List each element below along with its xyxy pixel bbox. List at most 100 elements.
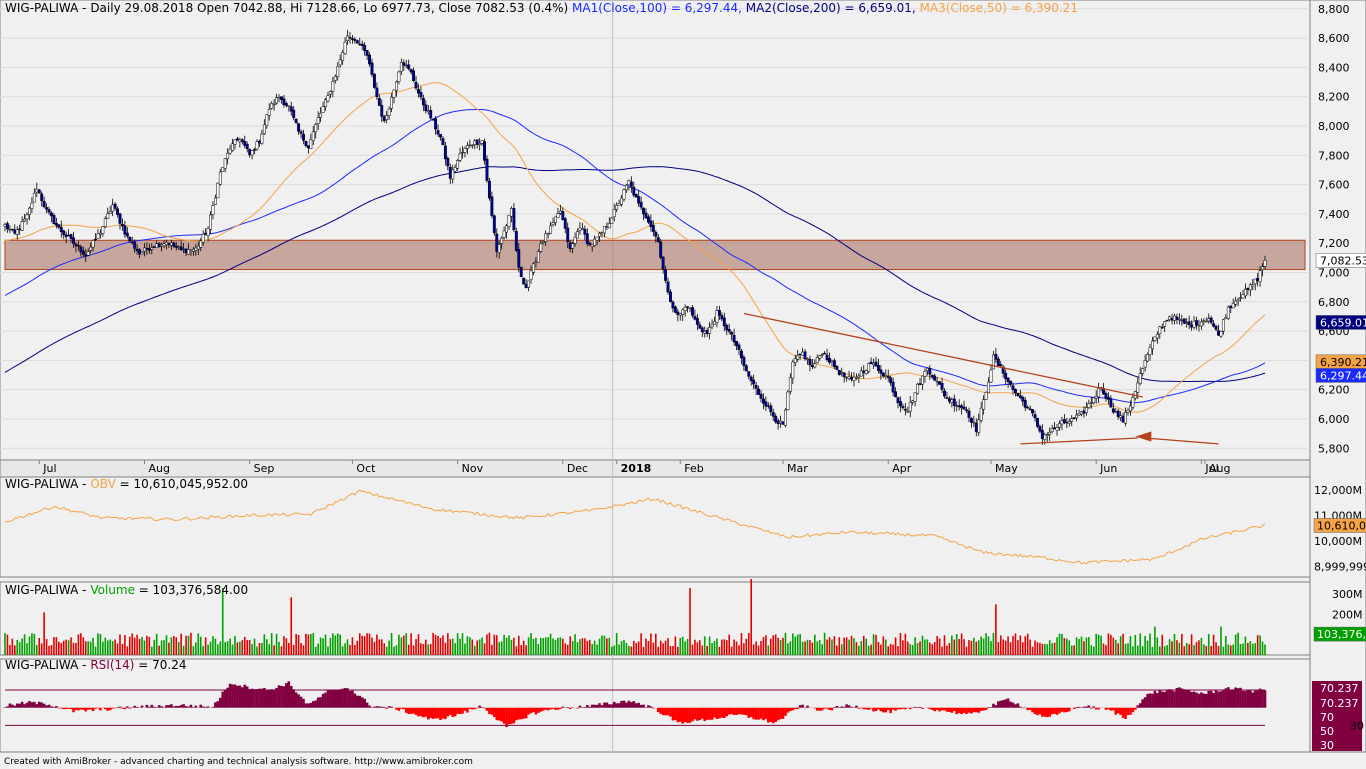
volume-bar [354, 644, 356, 655]
volume-bar [818, 640, 821, 655]
rsi-area-bar [850, 706, 853, 708]
volume-bar [280, 646, 283, 655]
candle-body [1168, 316, 1172, 320]
candle-body [343, 41, 347, 54]
candle-body [884, 374, 888, 377]
volume-header: WIG-PALIWA - Volume = 103,376,584.00 [5, 583, 248, 597]
rsi-area-bar [1138, 703, 1142, 708]
candle-body [632, 186, 636, 196]
candle-body [705, 330, 709, 334]
candle-body [918, 383, 922, 385]
candle-body [620, 197, 623, 205]
rsi-area-bar [86, 707, 90, 710]
price-tick-label: 6,800 [1318, 296, 1350, 309]
candle-body [108, 211, 112, 214]
volume-bar [368, 633, 371, 655]
candle-body [187, 249, 190, 255]
volume-bar [427, 644, 430, 655]
candle-body [321, 106, 325, 113]
volume-bar [97, 633, 99, 655]
volume-bar [674, 636, 677, 655]
rsi-area-bar [140, 705, 144, 708]
price-tick-label: 8,200 [1318, 91, 1350, 104]
rsi-area-bar [216, 701, 220, 708]
candle-body [1243, 288, 1247, 297]
rsi-area-bar [77, 707, 80, 711]
rsi-area-bar [884, 707, 888, 713]
rsi-area-bar [1082, 706, 1086, 708]
candle-body [270, 103, 274, 109]
candle-body [629, 181, 633, 187]
rsi-area-bar [879, 707, 883, 712]
candle-body [1062, 419, 1066, 423]
volume-bar [1034, 640, 1036, 655]
price-tick-label: 7,400 [1318, 208, 1350, 221]
rsi-area-bar [448, 707, 452, 715]
volume-bar [351, 637, 354, 655]
candle-body [1065, 421, 1069, 424]
candle-body [911, 400, 915, 403]
rsi-area-bar [693, 707, 697, 720]
volume-bar [1261, 641, 1264, 655]
volume-bar [1061, 633, 1063, 655]
rsi-area-bar [612, 701, 616, 708]
volume-bar [843, 637, 845, 655]
candle-body [297, 123, 301, 132]
candle-body [852, 376, 856, 381]
volume-tick-label: 300M [1332, 588, 1363, 601]
candle-body [123, 225, 127, 235]
rsi-area-bar [603, 702, 606, 708]
volume-bar [875, 634, 877, 655]
candle-body [1187, 321, 1191, 325]
candle-body [925, 367, 929, 371]
volume-bar [307, 634, 310, 655]
rsi-area-bar [683, 707, 687, 723]
rsi-area-bar [585, 705, 589, 708]
volume-bar [212, 636, 214, 655]
candle-body [1151, 340, 1154, 350]
candle-body [749, 376, 753, 382]
rsi-area-bar [250, 688, 254, 708]
candle-body [813, 363, 817, 368]
chart-canvas[interactable]: 5,8006,0006,2006,4006,6006,8007,0007,200… [0, 0, 1366, 769]
rsi-area-bar [324, 692, 327, 708]
candle-body [448, 166, 452, 179]
volume-bar [889, 643, 892, 655]
volume-bar [694, 639, 696, 655]
candle-body [118, 213, 122, 224]
rsi-area-bar [652, 707, 655, 709]
volume-bar [1078, 638, 1080, 655]
volume-bar [26, 643, 28, 655]
candle-body [683, 306, 687, 311]
rsi-area-bar [99, 707, 102, 711]
volume-bar [503, 634, 505, 655]
volume-bar [241, 640, 244, 655]
rsi-area-bar [1014, 704, 1017, 708]
volume-bar [229, 638, 231, 655]
volume-bar [535, 637, 537, 655]
candle-body [253, 149, 257, 151]
candle-body [45, 207, 49, 210]
volume-bar [579, 639, 581, 655]
volume-bar [745, 638, 748, 655]
rsi-area-bar [1258, 688, 1262, 708]
volume-bar [559, 637, 562, 655]
price-tick-label: 8,600 [1318, 32, 1350, 45]
rsi-area-bar [534, 707, 538, 715]
rsi-area-bar [121, 707, 124, 709]
volume-bar [625, 642, 628, 655]
volume-bar [495, 635, 498, 655]
volume-bar [102, 641, 104, 655]
candle-body [913, 392, 917, 402]
candle-body [72, 237, 75, 244]
candle-body [1053, 427, 1057, 430]
volume-bar [513, 637, 515, 655]
candle-body [1160, 326, 1164, 329]
volume-bar [1134, 635, 1137, 655]
rsi-area-bar [1209, 690, 1213, 708]
rsi-area-bar [25, 702, 29, 708]
volume-bar [388, 640, 390, 655]
rsi-area-bar [970, 707, 973, 714]
rsi-area-bar [123, 707, 127, 710]
volume-bar [273, 645, 275, 655]
